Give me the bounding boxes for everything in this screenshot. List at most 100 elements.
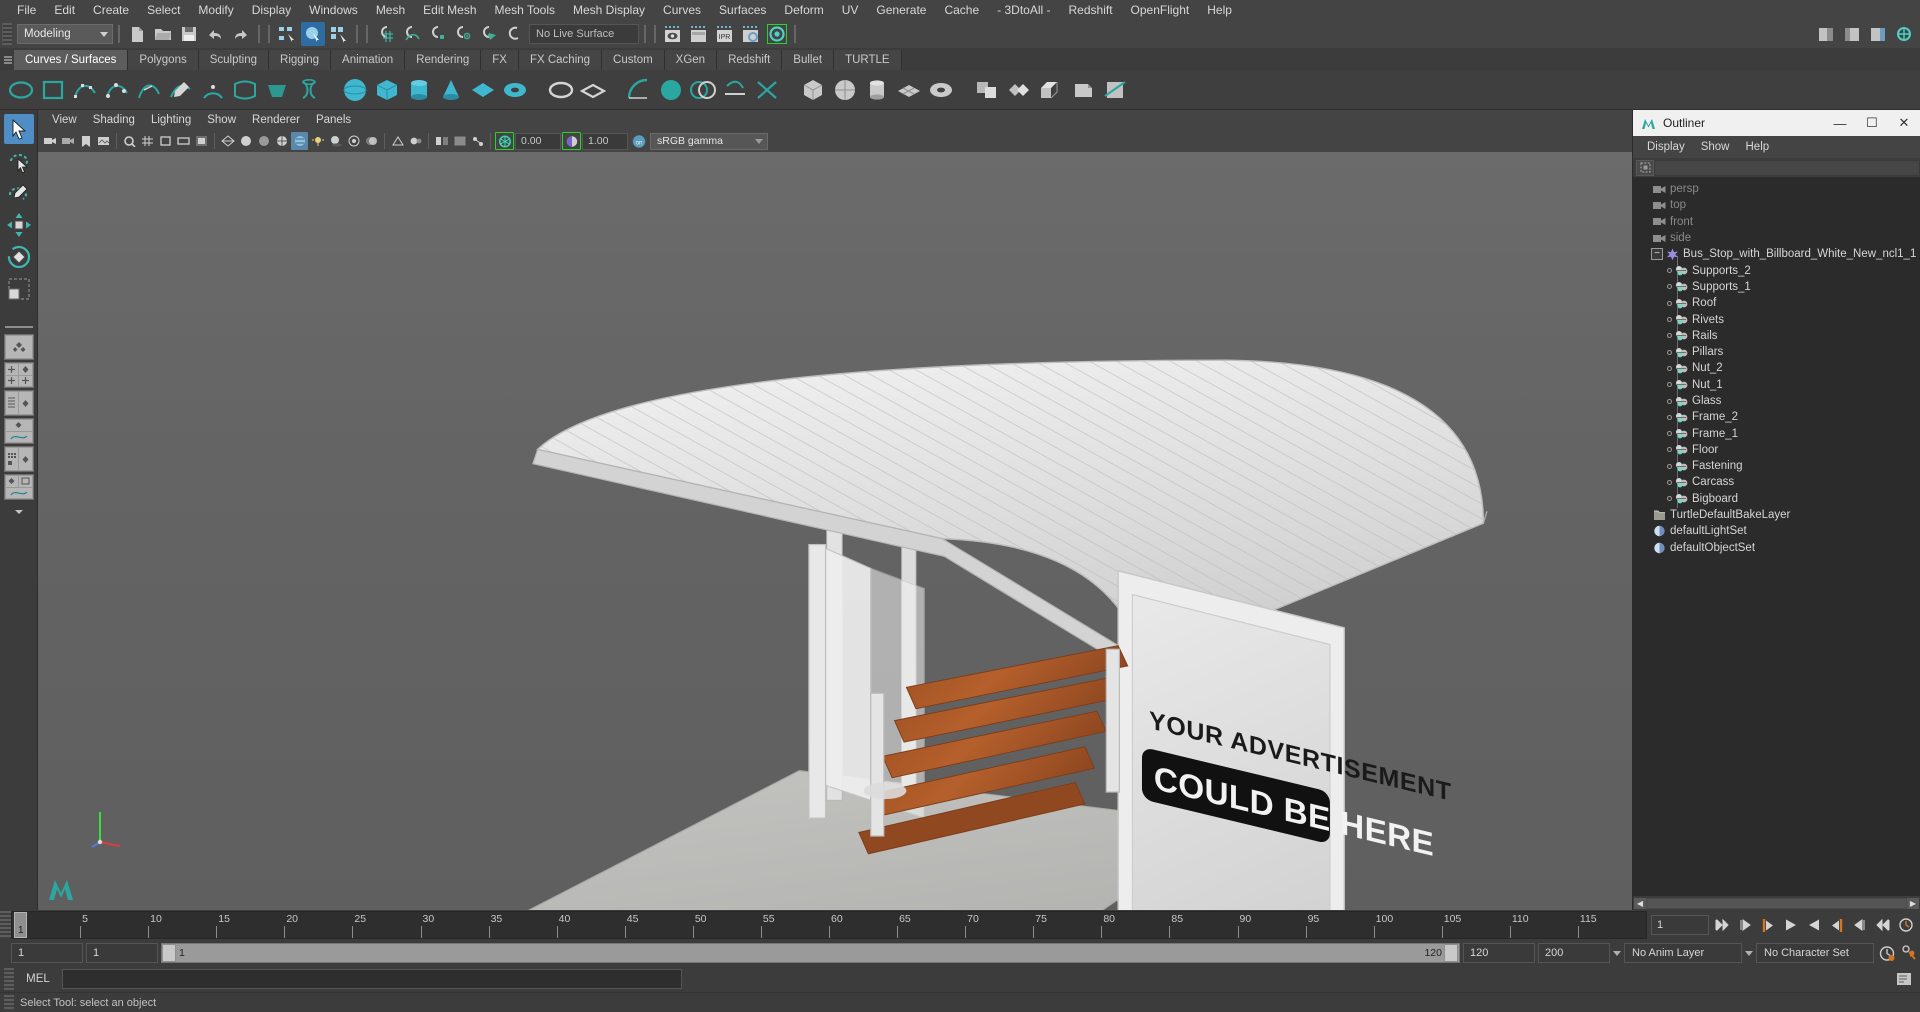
nurbs-cone-icon[interactable]	[436, 74, 466, 106]
scroll-right-arrow-icon[interactable]: ▶	[1907, 897, 1919, 909]
shelf-tab-custom[interactable]: Custom	[602, 50, 665, 70]
ambient-occlusion-icon[interactable]	[345, 132, 362, 150]
shaded-wireframe-icon[interactable]	[273, 132, 290, 150]
grid-toggle-icon[interactable]	[139, 132, 156, 150]
open-tool-settings-icon[interactable]	[1840, 22, 1864, 46]
script-editor-icon[interactable]	[1894, 969, 1914, 989]
nurbs-torus-icon[interactable]	[500, 74, 530, 106]
menu-display[interactable]: Display	[243, 1, 300, 20]
xray-icon[interactable]	[451, 132, 468, 150]
shelf-tab-rendering[interactable]: Rendering	[405, 50, 482, 70]
bookmarks-icon[interactable]	[77, 132, 94, 150]
viewport-menu-lighting[interactable]: Lighting	[143, 113, 199, 127]
rotate-tool-icon[interactable]	[4, 242, 34, 272]
select-tool-icon[interactable]	[3, 114, 34, 144]
outliner-item-supports-2[interactable]: Supports_2	[1633, 262, 1920, 278]
outliner-item-top[interactable]: top	[1633, 197, 1920, 213]
shelf-tab-animation[interactable]: Animation	[331, 50, 406, 70]
menu-deform[interactable]: Deform	[775, 1, 832, 20]
range-end-field[interactable]: 200	[1538, 943, 1610, 963]
shelf-grip[interactable]	[2, 50, 14, 70]
go-to-end-icon[interactable]	[1873, 915, 1893, 935]
snap-to-view-planes-icon[interactable]	[477, 22, 501, 46]
boolean-union-icon[interactable]	[972, 74, 1002, 106]
shelf-tab-polygons[interactable]: Polygons	[128, 50, 199, 70]
nurbs-sphere-icon[interactable]	[340, 74, 370, 106]
menu-curves[interactable]: Curves	[654, 1, 710, 20]
use-all-lights-icon[interactable]	[309, 132, 326, 150]
select-by-component-type-icon[interactable]	[327, 22, 351, 46]
outliner-item-supports-1[interactable]: Supports_1	[1633, 279, 1920, 295]
shelf-tab-fx[interactable]: FX	[481, 50, 519, 70]
exposure-field[interactable]: 0.00	[515, 132, 561, 150]
current-time-indicator[interactable]: 1	[14, 912, 27, 938]
range-start-field[interactable]: 1	[11, 943, 83, 963]
outliner-item-frame-1[interactable]: Frame_1	[1633, 425, 1920, 441]
command-input[interactable]	[62, 969, 682, 989]
menu-windows[interactable]: Windows	[300, 1, 367, 20]
outliner-item-nut-2[interactable]: Nut_2	[1633, 360, 1920, 376]
anim-layer-selector[interactable]: No Anim Layer	[1624, 943, 1742, 963]
texture-display-icon[interactable]	[291, 132, 308, 150]
render-current-frame-icon[interactable]	[661, 22, 685, 46]
outliner-menu-display[interactable]: Display	[1639, 140, 1693, 154]
poly-cube-icon[interactable]	[798, 74, 828, 106]
outliner-item-rivets[interactable]: Rivets	[1633, 311, 1920, 327]
trim-tool-icon[interactable]	[752, 74, 782, 106]
multisample-aa-icon[interactable]	[389, 132, 406, 150]
snap-to-grids-icon[interactable]	[373, 22, 397, 46]
maximize-button[interactable]: ☐	[1856, 110, 1888, 136]
motion-blur-icon[interactable]	[363, 132, 380, 150]
outliner-tree[interactable]: persp top front side − Bus_Stop_with_Bil…	[1633, 178, 1920, 896]
viewport-menu-panels[interactable]: Panels	[308, 113, 359, 127]
close-button[interactable]: ✕	[1888, 110, 1920, 136]
layout-persp-graph-icon[interactable]	[3, 418, 34, 444]
shelf-tab-xgen[interactable]: XGen	[664, 50, 718, 70]
menu-cache[interactable]: Cache	[935, 1, 988, 20]
command-output-field[interactable]	[686, 969, 1890, 989]
time-slider-grip[interactable]	[0, 911, 11, 939]
nurbs-cylinder-icon[interactable]	[404, 74, 434, 106]
go-to-start-icon[interactable]	[1712, 915, 1732, 935]
layout-single-perspective-icon[interactable]	[3, 334, 34, 360]
outliner-item-pillars[interactable]: Pillars	[1633, 344, 1920, 360]
outliner-item-side[interactable]: side	[1633, 230, 1920, 246]
multi-cut-icon[interactable]	[1100, 74, 1130, 106]
nurbs-plane-icon[interactable]	[468, 74, 498, 106]
image-plane-icon[interactable]	[95, 132, 112, 150]
two-d-pan-zoom-icon[interactable]	[121, 132, 138, 150]
scroll-left-arrow-icon[interactable]: ◀	[1634, 897, 1646, 909]
menu-redshift[interactable]: Redshift	[1060, 1, 1122, 20]
undo-icon[interactable]	[203, 22, 227, 46]
hypershade-icon[interactable]	[765, 22, 789, 46]
gamma-icon[interactable]	[562, 132, 581, 150]
outliner-item-persp[interactable]: persp	[1633, 181, 1920, 197]
intersect-surfaces-icon[interactable]	[688, 74, 718, 106]
depth-of-field-icon[interactable]	[407, 132, 424, 150]
scrollbar-thumb[interactable]	[1646, 897, 1907, 909]
viewport-menu-show[interactable]: Show	[199, 113, 244, 127]
nurbs-square-icon[interactable]	[38, 74, 68, 106]
menu-openflight[interactable]: OpenFlight	[1122, 1, 1199, 20]
play-forwards-icon[interactable]	[1804, 915, 1824, 935]
status-line-grip[interactable]	[2, 23, 12, 45]
outliner-item-carcass[interactable]: Carcass	[1633, 474, 1920, 490]
revolve-surface-icon[interactable]	[294, 74, 324, 106]
outliner-item-bigboard[interactable]: Bigboard	[1633, 491, 1920, 507]
wireframe-shading-icon[interactable]	[219, 132, 236, 150]
help-line-grip[interactable]	[4, 994, 14, 1011]
menu-mesh-tools[interactable]: Mesh Tools	[486, 1, 564, 20]
save-scene-icon[interactable]	[177, 22, 201, 46]
shelf-tab-fx-caching[interactable]: FX Caching	[518, 50, 603, 70]
menu-file[interactable]: File	[8, 1, 45, 20]
outliner-menu-help[interactable]: Help	[1738, 140, 1778, 154]
smooth-shade-selected-icon[interactable]	[255, 132, 272, 150]
poly-torus-icon[interactable]	[926, 74, 956, 106]
nurbs-cube-icon[interactable]	[372, 74, 402, 106]
menu-set-selector[interactable]: Modeling	[17, 24, 113, 44]
shadows-icon[interactable]	[327, 132, 344, 150]
snap-to-projected-center-icon[interactable]	[451, 22, 475, 46]
step-forward-key-icon[interactable]	[1827, 915, 1847, 935]
make-live-icon[interactable]	[503, 22, 527, 46]
snap-to-curves-icon[interactable]	[399, 22, 423, 46]
